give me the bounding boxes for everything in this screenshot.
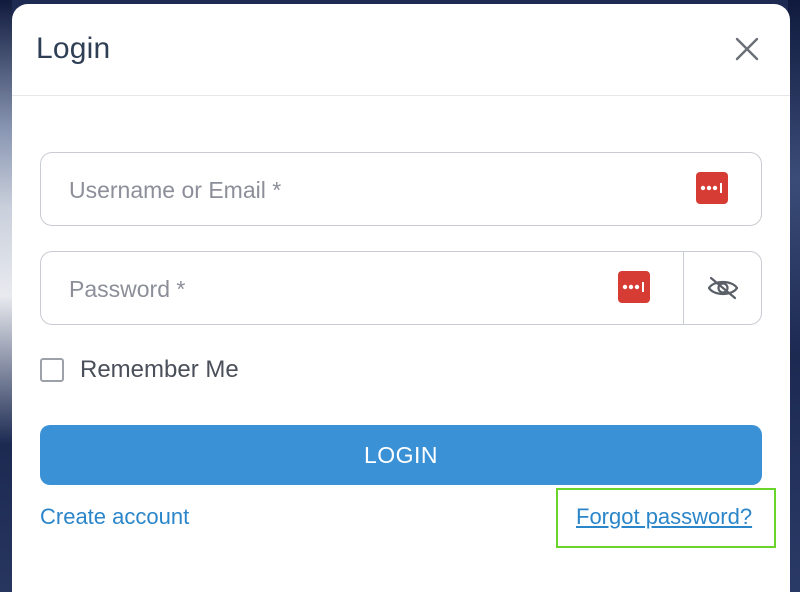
username-field: [40, 152, 762, 227]
password-manager-icon[interactable]: [696, 172, 728, 204]
login-button[interactable]: LOGIN: [40, 425, 762, 485]
create-account-link[interactable]: Create account: [40, 504, 189, 530]
toggle-password-visibility-button[interactable]: [683, 252, 761, 324]
remember-me-label: Remember Me: [80, 356, 239, 383]
username-input[interactable]: [67, 153, 631, 227]
password-manager-icon[interactable]: [618, 271, 650, 303]
remember-me-checkbox[interactable]: Remember Me: [40, 356, 239, 384]
eye-slash-icon: [707, 276, 738, 300]
modal-title: Login: [36, 32, 111, 65]
forgot-password-link[interactable]: Forgot password?: [576, 504, 752, 530]
close-icon: [735, 37, 759, 61]
checkbox-box[interactable]: [40, 358, 64, 382]
close-button[interactable]: [732, 34, 762, 64]
modal-header: Login: [12, 4, 790, 96]
backdrop-left: [0, 0, 12, 592]
password-field: [40, 251, 762, 326]
login-modal: Login Username or Email * Remember Me LO…: [12, 4, 790, 592]
password-input[interactable]: [67, 252, 571, 326]
